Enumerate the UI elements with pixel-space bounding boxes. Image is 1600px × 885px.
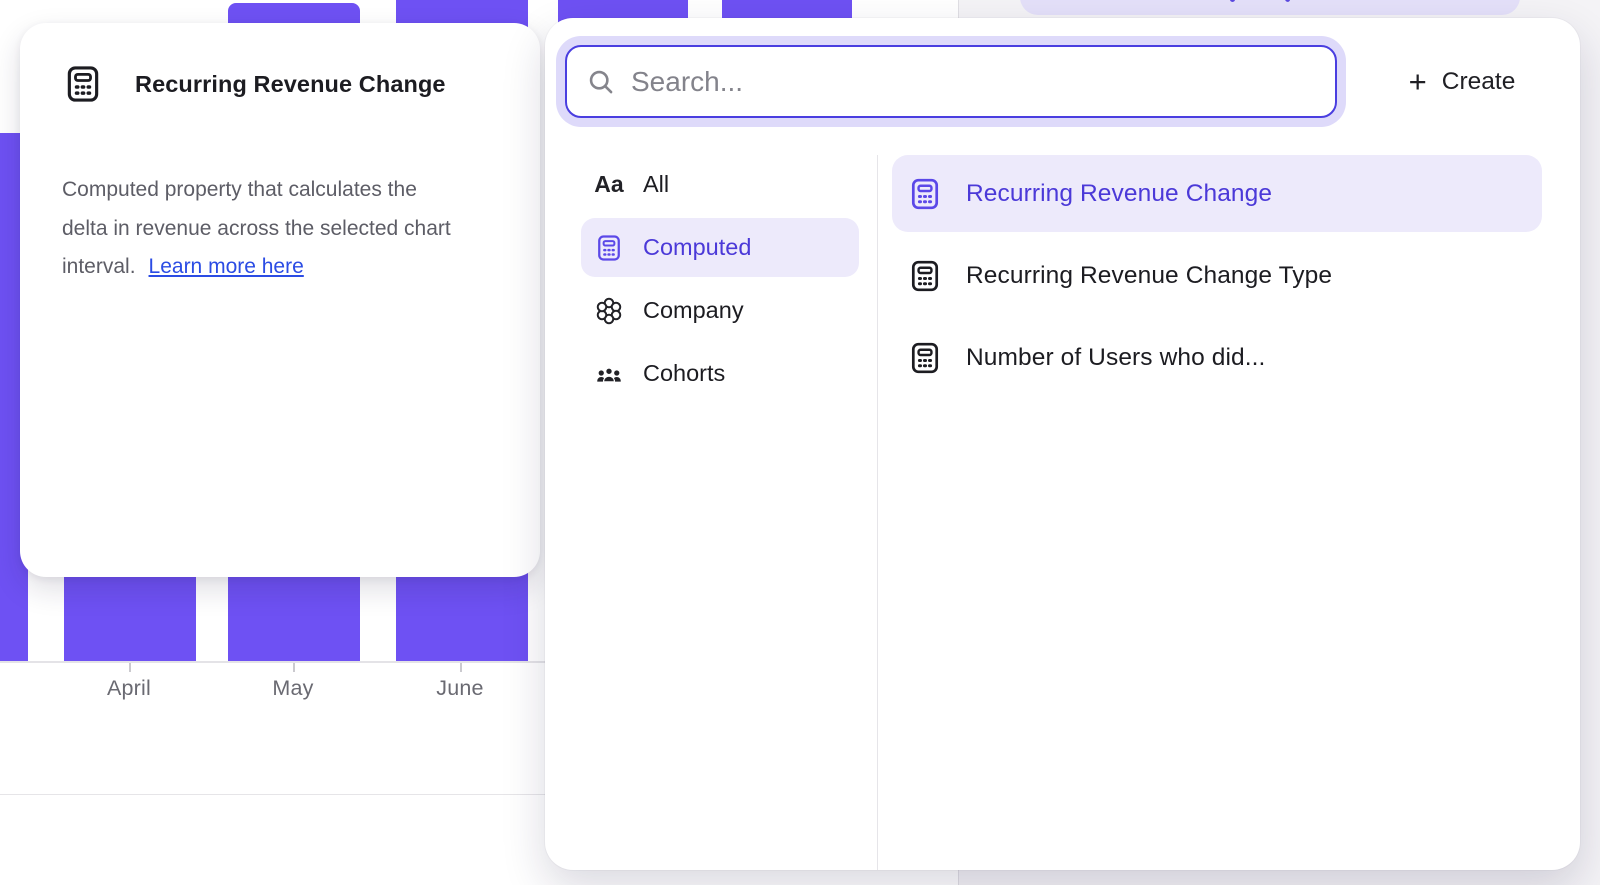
cohorts-icon <box>594 359 624 389</box>
filter-label: All <box>643 171 669 198</box>
results-list: Recurring Revenue Change Recurring Reven… <box>892 155 1542 401</box>
filter-company[interactable]: Company <box>581 281 859 340</box>
card-title: Recurring Revenue Change <box>135 71 446 98</box>
learn-more-link[interactable]: Learn more here <box>149 255 304 278</box>
filter-label: Cohorts <box>643 360 725 387</box>
property-tooltip-card: Recurring Revenue Change Computed proper… <box>20 23 540 577</box>
clipped-text-descender <box>1285 0 1293 2</box>
filter-computed[interactable]: Computed <box>581 218 859 277</box>
x-axis-tick <box>293 663 295 672</box>
x-axis-tick <box>129 663 131 672</box>
calculator-icon <box>907 340 943 376</box>
screen: AprilMay June Recurring Revenue Change Co… <box>0 0 1600 885</box>
panel-divider <box>877 155 878 870</box>
description-line: Computed property that calculates the <box>62 171 502 210</box>
card-description: Computed property that calculates the de… <box>62 171 502 287</box>
filter-all[interactable]: Aa All <box>581 155 859 214</box>
calculator-icon <box>594 233 624 263</box>
x-axis-label: June <box>380 676 540 701</box>
card-header: Recurring Revenue Change <box>62 63 446 105</box>
result-label: Recurring Revenue Change <box>966 180 1272 208</box>
description-line-end: interval. <box>62 255 136 278</box>
company-icon <box>594 296 624 326</box>
calculator-icon <box>62 63 104 105</box>
filter-list: Aa All Computed <box>581 155 859 407</box>
plus-icon: + <box>1409 66 1427 97</box>
calculator-icon <box>907 258 943 294</box>
search-icon <box>585 66 616 97</box>
text-format-icon: Aa <box>594 170 624 200</box>
result-label: Number of Users who did... <box>966 344 1265 372</box>
description-line: delta in revenue across the selected cha… <box>62 210 502 249</box>
result-recurring-revenue-change[interactable]: Recurring Revenue Change <box>892 155 1542 232</box>
result-label: Recurring Revenue Change Type <box>966 262 1332 290</box>
create-button[interactable]: + Create <box>1367 45 1557 118</box>
result-recurring-revenue-change-type[interactable]: Recurring Revenue Change Type <box>892 237 1542 314</box>
create-button-label: Create <box>1442 68 1516 96</box>
x-axis-label: April <box>49 676 209 701</box>
search-input-wrap[interactable] <box>565 45 1337 118</box>
filter-cohorts[interactable]: Cohorts <box>581 344 859 403</box>
filter-label: Computed <box>643 234 751 261</box>
search-input[interactable] <box>629 51 1319 113</box>
property-chip-partial[interactable] <box>1020 0 1520 15</box>
calculator-icon <box>907 176 943 212</box>
x-axis-tick <box>460 663 462 672</box>
x-axis-label: May <box>213 676 373 701</box>
property-picker-panel: + Create Aa All Computed <box>545 18 1580 870</box>
result-number-of-users-who-did[interactable]: Number of Users who did... <box>892 319 1542 396</box>
clipped-text-descender <box>1230 0 1235 2</box>
filter-label: Company <box>643 297 744 324</box>
description-line: interval. Learn more here <box>62 248 502 287</box>
